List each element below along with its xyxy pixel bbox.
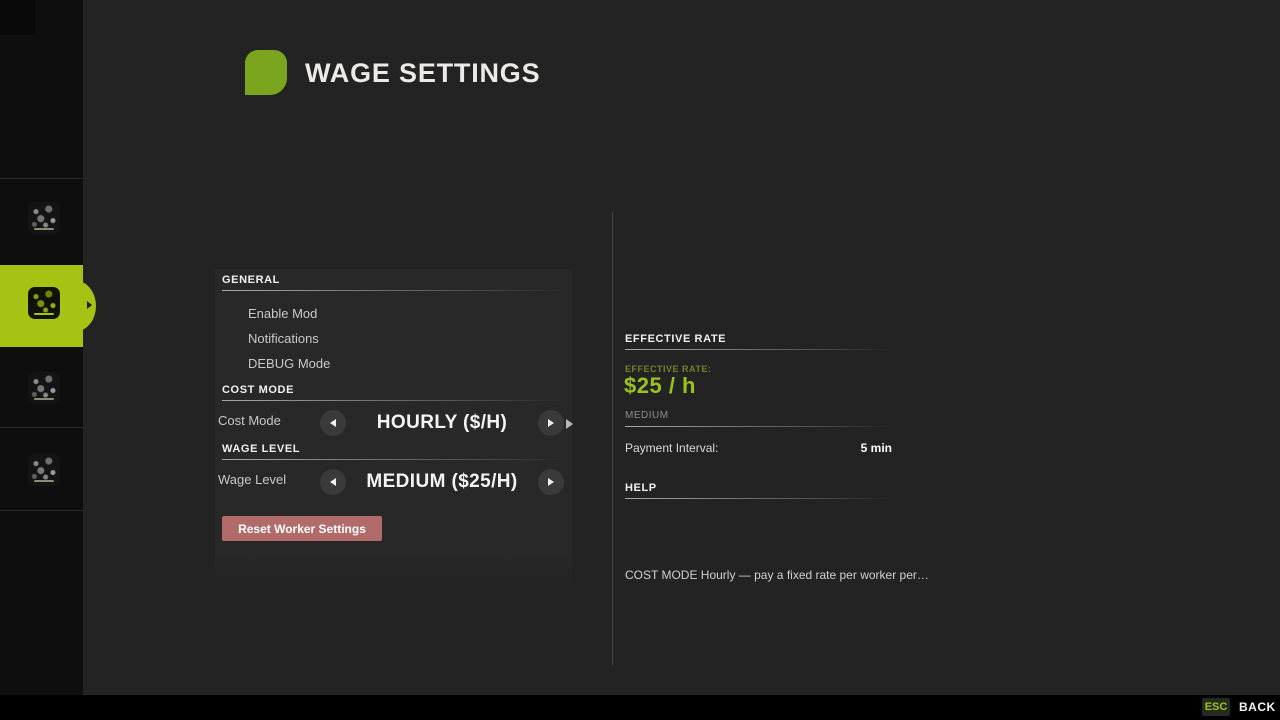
section-underline — [625, 426, 892, 427]
chevron-right-icon — [87, 301, 92, 309]
panel-divider — [612, 212, 613, 665]
mod-icon-caption — [34, 228, 54, 230]
sidebar-divider — [0, 427, 83, 428]
chevron-left-icon — [330, 478, 336, 486]
mod-icon-caption — [34, 398, 54, 400]
wage-level-next-button[interactable] — [538, 469, 564, 495]
sidebar-item-mod-3[interactable] — [28, 372, 60, 404]
chevron-right-icon — [548, 478, 554, 486]
mod-icon — [28, 202, 60, 234]
cost-mode-next-button[interactable] — [538, 410, 564, 436]
cost-mode-prev-button[interactable] — [320, 410, 346, 436]
help-text: COST MODE Hourly — pay a fixed rate per … — [625, 568, 929, 582]
cost-mode-value: HOURLY ($/H) — [352, 412, 532, 434]
section-header-wage-level: WAGE LEVEL — [222, 443, 300, 455]
mouse-cursor-icon — [566, 419, 573, 429]
sidebar-item-mod-1[interactable] — [28, 202, 60, 234]
section-underline — [222, 400, 567, 401]
section-underline — [222, 459, 567, 460]
sidebar-divider — [0, 178, 83, 179]
payment-interval-label: Payment Interval: — [625, 441, 718, 455]
back-button[interactable]: BACK — [1239, 700, 1276, 714]
page-title: WAGE SETTINGS — [305, 58, 540, 89]
mod-icon — [28, 372, 60, 404]
reset-worker-settings-button[interactable]: Reset Worker Settings — [222, 516, 382, 541]
section-header-help: HELP — [625, 482, 657, 494]
mod-sidebar — [0, 0, 83, 720]
section-underline — [625, 349, 892, 350]
mod-icon-caption — [34, 480, 54, 482]
section-underline — [625, 498, 892, 499]
payment-interval-value: 5 min — [861, 441, 892, 455]
wage-level-prev-button[interactable] — [320, 469, 346, 495]
section-header-cost-mode: COST MODE — [222, 384, 294, 396]
wage-level-tag: MEDIUM — [625, 410, 669, 421]
section-underline — [222, 290, 567, 291]
section-header-effective-rate: EFFECTIVE RATE — [625, 333, 726, 345]
chevron-left-icon — [330, 419, 336, 427]
wage-level-value: MEDIUM ($25/H) — [352, 471, 532, 493]
sidebar-item-mod-4[interactable] — [28, 454, 60, 486]
sidebar-item-mod-selected[interactable] — [0, 265, 83, 347]
esc-key-button[interactable]: ESC — [1202, 698, 1230, 716]
app-leaf-logo-icon — [245, 50, 287, 95]
mod-icon — [28, 454, 60, 486]
mod-icon — [28, 287, 60, 319]
cost-mode-label: Cost Mode — [218, 413, 281, 428]
wage-level-label: Wage Level — [218, 472, 286, 487]
chevron-right-icon — [548, 419, 554, 427]
setting-item-debug-mode[interactable]: DEBUG Mode — [248, 356, 330, 371]
mod-icon-caption — [34, 313, 54, 315]
setting-item-notifications[interactable]: Notifications — [248, 331, 319, 346]
wage-settings-screen: WAGE SETTINGS GENERAL Enable Mod Notific… — [0, 0, 1280, 720]
payment-interval-row: Payment Interval: 5 min — [625, 441, 892, 455]
setting-item-enable-mod[interactable]: Enable Mod — [248, 306, 317, 321]
sidebar-top-square — [0, 0, 35, 35]
bottom-bar: ESC BACK — [0, 695, 1280, 720]
section-header-general: GENERAL — [222, 274, 280, 286]
effective-rate-value: $25 / h — [624, 373, 696, 399]
sidebar-divider — [0, 510, 83, 511]
